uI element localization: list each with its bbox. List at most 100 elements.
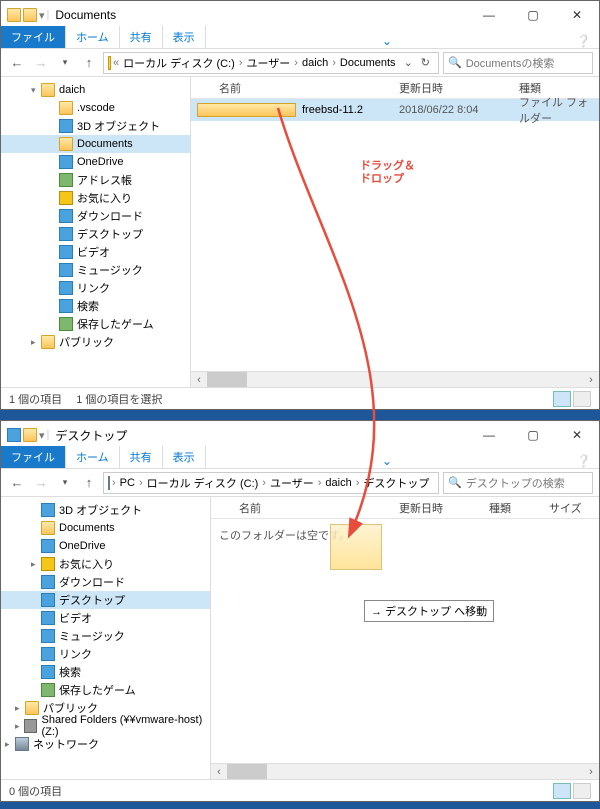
tab-file[interactable]: ファイル (1, 446, 66, 468)
file-list-pane[interactable]: 名前 更新日時 種類 サイズ このフォルダーは空です。 ‹ › (211, 497, 599, 779)
chevron-icon[interactable]: ▸ (31, 337, 41, 348)
recent-dropdown[interactable]: ▾ (55, 53, 75, 73)
col-size[interactable]: サイズ (549, 500, 599, 516)
qat-dropdown-icon[interactable]: ▾ (39, 9, 45, 22)
tree-item[interactable]: ミュージック (1, 627, 210, 645)
breadcrumb[interactable]: Documents (336, 57, 400, 69)
refresh-button[interactable]: ↻ (417, 56, 434, 69)
up-button[interactable]: ↑ (79, 473, 99, 493)
icons-view-button[interactable] (573, 391, 591, 407)
qat-dropdown-icon[interactable]: ▾ (39, 429, 45, 442)
tree-item[interactable]: アドレス帳 (1, 171, 190, 189)
breadcrumb-box[interactable]: « ローカル ディスク (C:)› ユーザー› daich› Documents… (103, 52, 439, 74)
breadcrumb[interactable]: ローカル ディスク (C:) (143, 475, 263, 491)
tree-item[interactable]: Documents (1, 519, 210, 537)
chevron-icon[interactable]: ▾ (31, 85, 41, 96)
help-icon[interactable]: ❔ (576, 454, 591, 468)
search-input[interactable]: 🔍 Documentsの検索 (443, 52, 593, 74)
qat-icon[interactable] (23, 428, 37, 442)
col-type[interactable]: 種類 (489, 500, 549, 516)
maximize-button[interactable]: ▢ (511, 421, 555, 449)
breadcrumb[interactable]: ユーザー (243, 55, 295, 71)
address-dropdown-icon[interactable]: ⌄ (433, 476, 439, 489)
titlebar[interactable]: ▾ | Documents — ▢ ✕ (1, 1, 599, 29)
tree-item[interactable]: 3D オブジェクト (1, 501, 210, 519)
tree-item[interactable]: お気に入り (1, 189, 190, 207)
breadcrumb[interactable]: daich (321, 477, 355, 489)
tree-item[interactable]: ダウンロード (1, 573, 210, 591)
close-button[interactable]: ✕ (555, 421, 599, 449)
search-input[interactable]: 🔍 デスクトップの検索 (443, 472, 593, 494)
col-name[interactable]: 名前 (239, 500, 399, 516)
breadcrumb[interactable]: PC (116, 477, 139, 489)
tree-item[interactable]: .vscode (1, 99, 190, 117)
breadcrumb[interactable]: ローカル ディスク (C:) (119, 55, 239, 71)
navigation-tree[interactable]: 3D オブジェクトDocumentsOneDrive▸お気に入りダウンロードデス… (1, 497, 211, 779)
column-headers[interactable]: 名前 更新日時 種類 サイズ (211, 497, 599, 519)
tree-item[interactable]: ▸お気に入り (1, 555, 210, 573)
maximize-button[interactable]: ▢ (511, 1, 555, 29)
tab-view[interactable]: 表示 (163, 26, 206, 48)
file-list-pane[interactable]: 名前 更新日時 種類 freebsd-11.22018/06/22 8:04ファ… (191, 77, 599, 387)
chevron-icon[interactable]: ▸ (15, 703, 25, 714)
col-date[interactable]: 更新日時 (399, 500, 489, 516)
back-button[interactable]: ← (7, 53, 27, 73)
chevron-icon[interactable]: ▸ (15, 721, 24, 732)
tab-file[interactable]: ファイル (1, 26, 66, 48)
tree-item[interactable]: 検索 (1, 663, 210, 681)
details-view-button[interactable] (553, 391, 571, 407)
scroll-left-icon[interactable]: ‹ (211, 764, 227, 779)
help-icon[interactable]: ❔ (576, 34, 591, 48)
tree-item[interactable]: ▸パブリック (1, 333, 190, 351)
minimize-button[interactable]: — (467, 1, 511, 29)
tree-item[interactable]: OneDrive (1, 153, 190, 171)
close-button[interactable]: ✕ (555, 1, 599, 29)
tab-share[interactable]: 共有 (120, 26, 163, 48)
tree-item[interactable]: リンク (1, 645, 210, 663)
qat-icon[interactable] (23, 8, 37, 22)
address-dropdown-icon[interactable]: ⌄ (400, 56, 417, 69)
icons-view-button[interactable] (573, 783, 591, 799)
tree-item[interactable]: 3D オブジェクト (1, 117, 190, 135)
navigation-tree[interactable]: ▾daich.vscode3D オブジェクトDocumentsOneDriveア… (1, 77, 191, 387)
file-row[interactable]: freebsd-11.22018/06/22 8:04ファイル フォルダー (191, 99, 599, 121)
forward-button[interactable]: → (31, 473, 51, 493)
scroll-thumb[interactable] (227, 764, 267, 779)
scroll-right-icon[interactable]: › (583, 372, 599, 387)
breadcrumb[interactable]: ユーザー (266, 475, 318, 491)
tree-item[interactable]: 検索 (1, 297, 190, 315)
titlebar[interactable]: ▾ | デスクトップ — ▢ ✕ (1, 421, 599, 449)
breadcrumb[interactable]: daich (298, 57, 332, 69)
tab-home[interactable]: ホーム (66, 446, 120, 468)
col-name[interactable]: 名前 (219, 80, 399, 96)
ribbon-expand-icon[interactable]: ⌄ (382, 34, 392, 48)
tree-item[interactable]: 保存したゲーム (1, 315, 190, 333)
minimize-button[interactable]: — (467, 421, 511, 449)
ribbon-expand-icon[interactable]: ⌄ (382, 454, 392, 468)
tree-item[interactable]: デスクトップ (1, 591, 210, 609)
breadcrumb[interactable]: デスクトップ (359, 475, 433, 491)
tree-item[interactable]: ▸Shared Folders (¥¥vmware-host) (Z:) (1, 717, 210, 735)
tab-share[interactable]: 共有 (120, 446, 163, 468)
tree-item[interactable]: ビデオ (1, 609, 210, 627)
tab-home[interactable]: ホーム (66, 26, 120, 48)
tree-item[interactable]: ミュージック (1, 261, 190, 279)
forward-button[interactable]: → (31, 53, 51, 73)
up-button[interactable]: ↑ (79, 53, 99, 73)
horizontal-scrollbar[interactable]: ‹ › (191, 371, 599, 387)
col-date[interactable]: 更新日時 (399, 80, 519, 96)
recent-dropdown[interactable]: ▾ (55, 473, 75, 493)
tree-item[interactable]: リンク (1, 279, 190, 297)
scroll-left-icon[interactable]: ‹ (191, 372, 207, 387)
tree-item[interactable]: ▾daich (1, 81, 190, 99)
details-view-button[interactable] (553, 783, 571, 799)
breadcrumb-box[interactable]: › PC› ローカル ディスク (C:)› ユーザー› daich› デスクトッ… (103, 472, 439, 494)
chevron-icon[interactable]: ▸ (31, 559, 41, 570)
chevron-icon[interactable]: ▸ (5, 739, 15, 750)
horizontal-scrollbar[interactable]: ‹ › (211, 763, 599, 779)
tree-item[interactable]: 保存したゲーム (1, 681, 210, 699)
tab-view[interactable]: 表示 (163, 446, 206, 468)
scroll-thumb[interactable] (207, 372, 247, 387)
back-button[interactable]: ← (7, 473, 27, 493)
tree-item[interactable]: Documents (1, 135, 190, 153)
